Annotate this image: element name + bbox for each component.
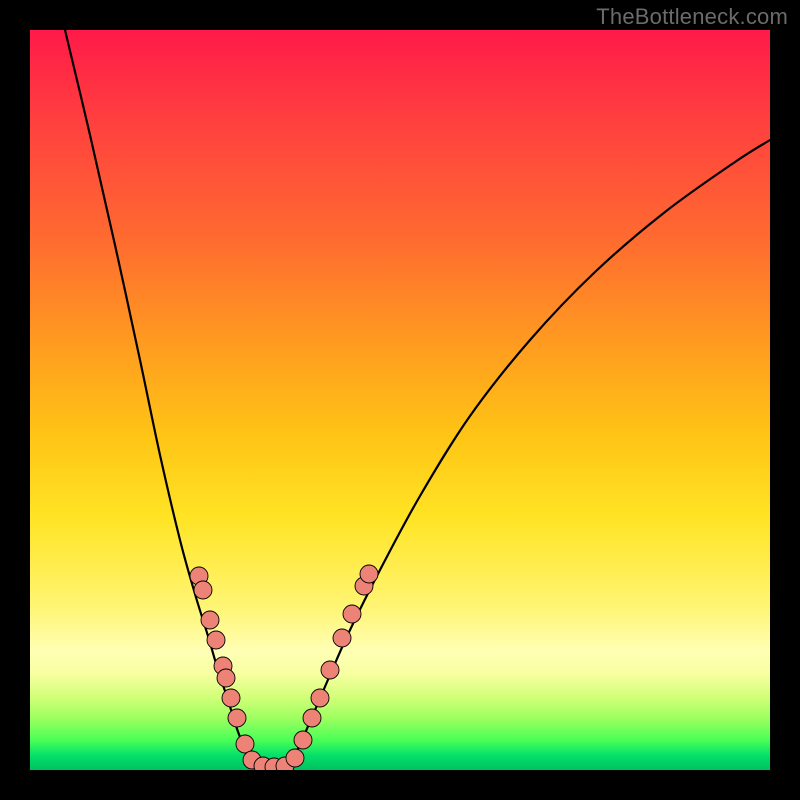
data-marker [217, 669, 235, 687]
bottleneck-curve [30, 30, 770, 770]
watermark-text: TheBottleneck.com [596, 4, 788, 30]
data-marker [303, 709, 321, 727]
data-marker [333, 629, 351, 647]
markers-group [190, 565, 378, 770]
chart-frame: TheBottleneck.com [0, 0, 800, 800]
curve-path [65, 30, 770, 768]
plot-area [30, 30, 770, 770]
data-marker [228, 709, 246, 727]
data-marker [222, 689, 240, 707]
data-marker [294, 731, 312, 749]
data-marker [286, 749, 304, 767]
data-marker [360, 565, 378, 583]
data-marker [194, 581, 212, 599]
data-marker [236, 735, 254, 753]
data-marker [321, 661, 339, 679]
data-marker [343, 605, 361, 623]
data-marker [201, 611, 219, 629]
data-marker [207, 631, 225, 649]
data-marker [311, 689, 329, 707]
